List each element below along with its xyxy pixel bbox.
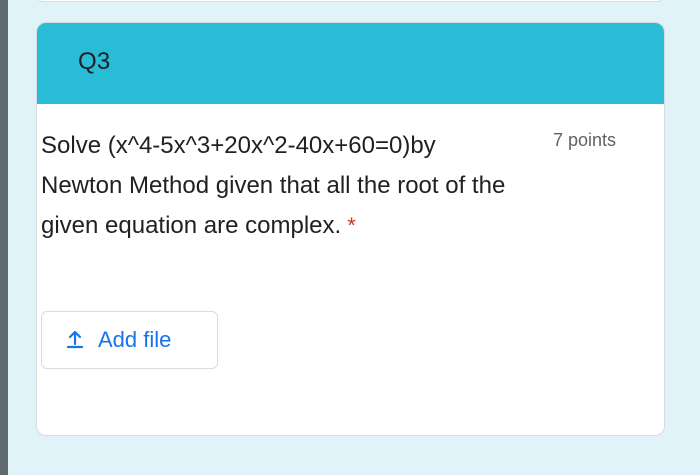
upload-icon bbox=[64, 329, 86, 351]
question-card-header: Q3 bbox=[37, 23, 664, 104]
question-number-title: Q3 bbox=[78, 48, 111, 75]
previous-question-card bbox=[36, 0, 664, 2]
left-rail bbox=[0, 0, 8, 475]
question-text-content: Solve (x^4-5x^3+20x^2-40x+60=0)by Newton… bbox=[41, 132, 506, 239]
question-text: Solve (x^4-5x^3+20x^2-40x+60=0)by Newton… bbox=[41, 126, 511, 246]
required-marker: * bbox=[347, 213, 356, 238]
add-file-button[interactable]: Add file bbox=[41, 311, 218, 369]
points-label: 7 points bbox=[552, 130, 616, 150]
add-file-label: Add file bbox=[98, 327, 172, 352]
question-row: Solve (x^4-5x^3+20x^2-40x+60=0)by Newton… bbox=[41, 126, 616, 246]
form-page: Q3 Solve (x^4-5x^3+20x^2-40x+60=0)by New… bbox=[0, 0, 700, 475]
